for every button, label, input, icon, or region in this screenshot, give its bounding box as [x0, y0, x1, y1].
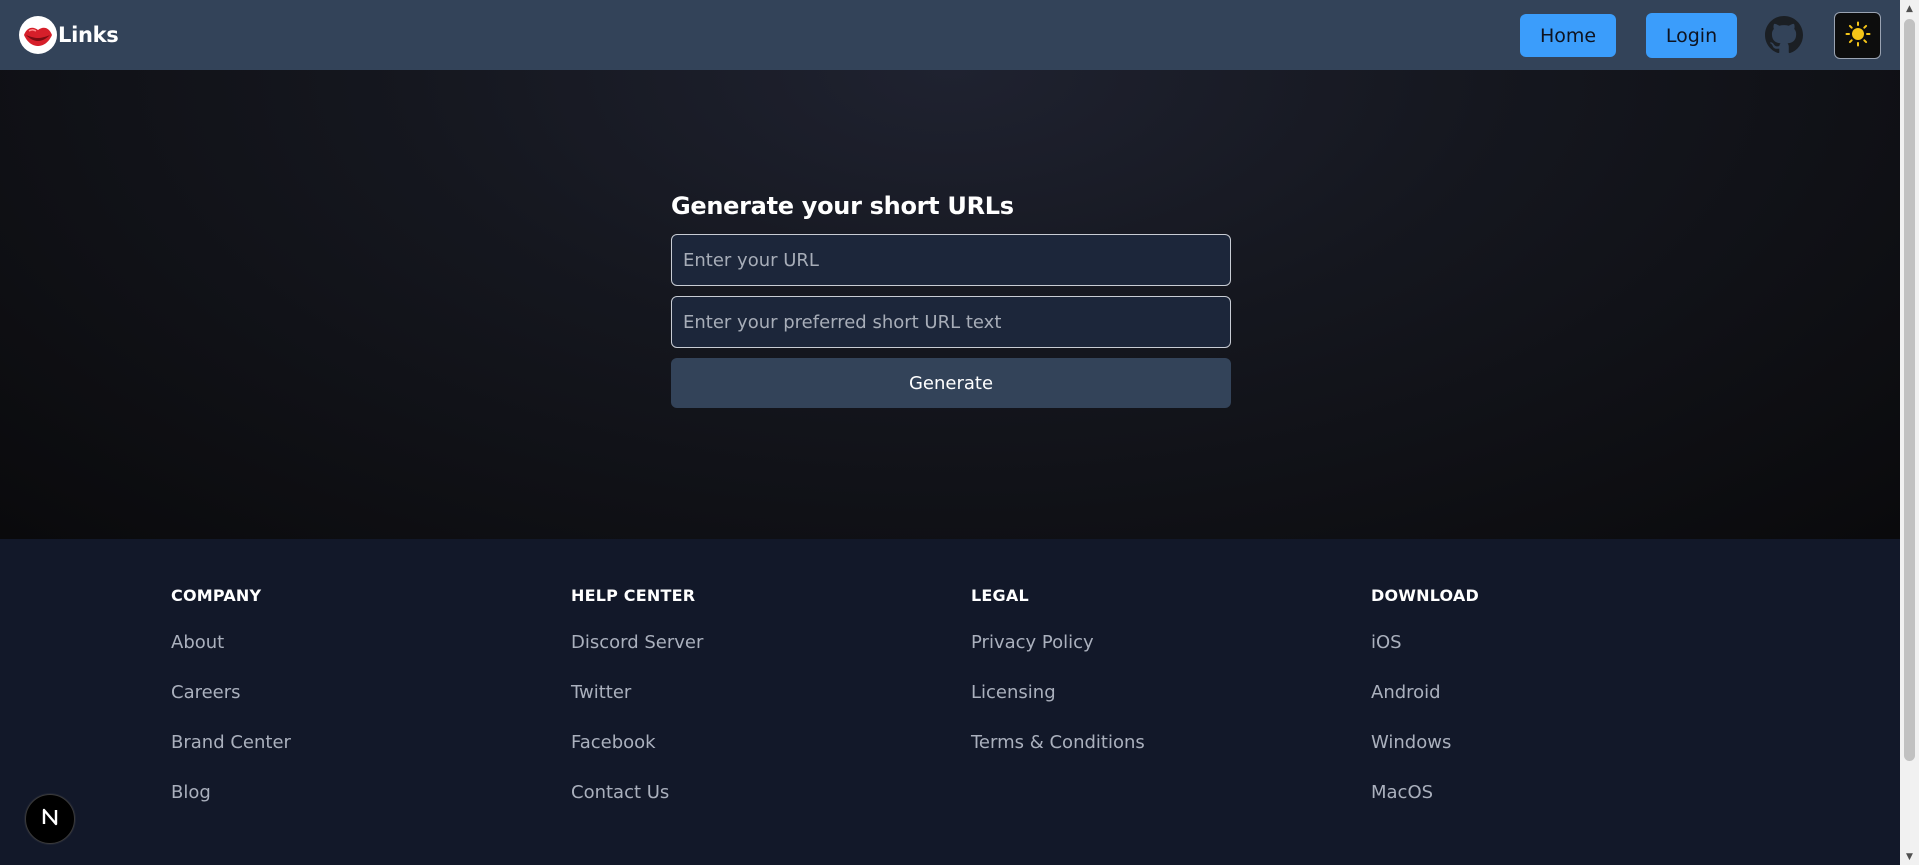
page-scrollbar[interactable]: ▲ ▼: [1900, 0, 1919, 865]
home-button[interactable]: Home: [1520, 14, 1616, 57]
footer-link-ios[interactable]: iOS: [1371, 630, 1479, 680]
footer-link-list: Privacy Policy Licensing Terms & Conditi…: [971, 630, 1145, 780]
scroll-up-arrow-icon[interactable]: ▲: [1900, 0, 1919, 17]
footer-heading: LEGAL: [971, 586, 1029, 605]
footer-link-list: About Careers Brand Center Blog: [171, 630, 291, 830]
footer-heading: DOWNLOAD: [1371, 586, 1479, 605]
footer-link-twitter[interactable]: Twitter: [571, 680, 703, 730]
footer-heading: COMPANY: [171, 586, 262, 605]
lips-icon: [19, 16, 57, 54]
footer-column-download: DOWNLOAD iOS Android Windows MacOS: [1371, 582, 1479, 830]
form-title: Generate your short URLs: [671, 192, 1014, 220]
theme-toggle-button[interactable]: [1834, 12, 1881, 59]
footer-link-licensing[interactable]: Licensing: [971, 680, 1145, 730]
footer-link-discord[interactable]: Discord Server: [571, 630, 703, 680]
footer-link-windows[interactable]: Windows: [1371, 730, 1479, 780]
footer-link-facebook[interactable]: Facebook: [571, 730, 703, 780]
scroll-down-arrow-icon[interactable]: ▼: [1900, 848, 1919, 865]
generate-button[interactable]: Generate: [671, 358, 1231, 408]
footer: COMPANY About Careers Brand Center Blog …: [0, 539, 1900, 865]
footer-column-help-center: HELP CENTER Discord Server Twitter Faceb…: [571, 582, 703, 830]
shorten-form: Generate your short URLs Generate: [671, 189, 1231, 408]
hero-section: Generate your short URLs Generate: [0, 70, 1900, 539]
footer-link-contact[interactable]: Contact Us: [571, 780, 703, 830]
footer-link-blog[interactable]: Blog: [171, 780, 291, 830]
footer-link-terms[interactable]: Terms & Conditions: [971, 730, 1145, 780]
url-input[interactable]: [671, 234, 1231, 286]
nextjs-icon: [38, 805, 62, 833]
footer-link-list: Discord Server Twitter Facebook Contact …: [571, 630, 703, 830]
short-url-input[interactable]: [671, 296, 1231, 348]
footer-link-macos[interactable]: MacOS: [1371, 780, 1479, 830]
brand-link[interactable]: Links: [19, 16, 119, 54]
footer-column-company: COMPANY About Careers Brand Center Blog: [171, 582, 291, 830]
login-button[interactable]: Login: [1646, 13, 1737, 58]
nextjs-dev-badge[interactable]: [25, 794, 75, 844]
sun-icon: [1845, 21, 1871, 50]
footer-link-android[interactable]: Android: [1371, 680, 1479, 730]
footer-link-careers[interactable]: Careers: [171, 680, 291, 730]
brand-name: Links: [58, 23, 119, 47]
footer-link-about[interactable]: About: [171, 630, 291, 680]
footer-link-privacy[interactable]: Privacy Policy: [971, 630, 1145, 680]
navbar: Links Home Login: [0, 0, 1900, 70]
footer-link-list: iOS Android Windows MacOS: [1371, 630, 1479, 830]
scrollbar-thumb[interactable]: [1904, 19, 1915, 761]
github-icon[interactable]: [1765, 16, 1803, 54]
footer-column-legal: LEGAL Privacy Policy Licensing Terms & C…: [971, 582, 1145, 780]
footer-heading: HELP CENTER: [571, 586, 696, 605]
footer-link-brand-center[interactable]: Brand Center: [171, 730, 291, 780]
